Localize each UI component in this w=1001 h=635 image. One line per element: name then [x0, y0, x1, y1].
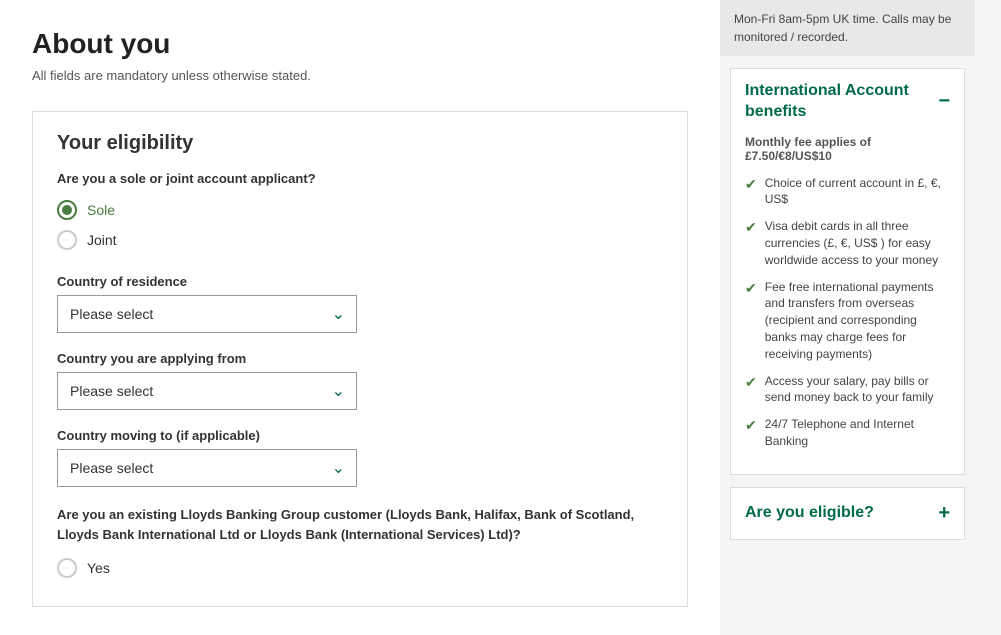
country-residence-group: Country of residence Please select ⌄ [57, 274, 663, 333]
eligible-header[interactable]: Are you eligible? + [731, 488, 964, 539]
main-content: About you All fields are mandatory unles… [0, 0, 720, 635]
sole-option[interactable]: Sole [57, 200, 663, 220]
check-icon-4: ✔ [745, 374, 757, 391]
yes-option[interactable]: Yes [57, 558, 663, 578]
applicant-radio-group: Sole Joint [57, 200, 663, 250]
benefit-text-4: Access your salary, pay bills or send mo… [765, 373, 950, 407]
existing-customer-question: Are you an existing Lloyds Banking Group… [57, 505, 663, 544]
country-residence-wrapper: Please select ⌄ [57, 295, 357, 333]
country-applying-select[interactable]: Please select [57, 372, 357, 410]
benefit-text-5: 24/7 Telephone and Internet Banking [765, 416, 950, 450]
benefits-body: Monthly fee applies of £7.50/€8/US$10 ✔ … [731, 135, 964, 474]
benefit-text-1: Choice of current account in £, €, US$ [765, 175, 950, 209]
joint-option[interactable]: Joint [57, 230, 663, 250]
eligible-title: Are you eligible? [745, 504, 874, 522]
section-title: Your eligibility [57, 132, 663, 155]
eligibility-section: Your eligibility Are you a sole or joint… [32, 111, 688, 607]
benefit-text-2: Visa debit cards in all three currencies… [765, 218, 950, 268]
country-residence-label: Country of residence [57, 274, 663, 289]
benefits-header[interactable]: International Account benefits − [731, 69, 964, 135]
yes-radio[interactable] [57, 558, 77, 578]
benefits-title: International Account benefits [745, 81, 938, 123]
check-icon-5: ✔ [745, 417, 757, 434]
sole-label: Sole [87, 202, 115, 218]
contact-bar: Mon-Fri 8am-5pm UK time. Calls may be mo… [720, 0, 975, 56]
country-moving-group: Country moving to (if applicable) Please… [57, 428, 663, 487]
monthly-fee: Monthly fee applies of £7.50/€8/US$10 [745, 135, 950, 163]
joint-radio[interactable] [57, 230, 77, 250]
subtitle: All fields are mandatory unless otherwis… [32, 68, 688, 83]
applicant-question: Are you a sole or joint account applican… [57, 171, 663, 186]
sole-radio[interactable] [57, 200, 77, 220]
benefit-text-3: Fee free international payments and tran… [765, 279, 950, 363]
check-icon-1: ✔ [745, 176, 757, 193]
eligible-panel: Are you eligible? + [730, 487, 965, 540]
country-residence-select[interactable]: Please select [57, 295, 357, 333]
benefit-item-4: ✔ Access your salary, pay bills or send … [745, 373, 950, 407]
check-icon-3: ✔ [745, 280, 757, 297]
sidebar: Mon-Fri 8am-5pm UK time. Calls may be mo… [720, 0, 975, 635]
plus-icon: + [938, 502, 950, 525]
yes-label: Yes [87, 560, 110, 576]
benefits-panel: International Account benefits − Monthly… [730, 68, 965, 475]
check-icon-2: ✔ [745, 219, 757, 236]
country-applying-group: Country you are applying from Please sel… [57, 351, 663, 410]
benefit-item-2: ✔ Visa debit cards in all three currenci… [745, 218, 950, 268]
country-moving-label: Country moving to (if applicable) [57, 428, 663, 443]
minus-icon: − [938, 90, 950, 113]
country-applying-label: Country you are applying from [57, 351, 663, 366]
benefit-item-5: ✔ 24/7 Telephone and Internet Banking [745, 416, 950, 450]
benefit-item-1: ✔ Choice of current account in £, €, US$ [745, 175, 950, 209]
country-moving-select[interactable]: Please select [57, 449, 357, 487]
country-moving-wrapper: Please select ⌄ [57, 449, 357, 487]
page-title: About you [32, 28, 688, 60]
country-applying-wrapper: Please select ⌄ [57, 372, 357, 410]
benefit-item-3: ✔ Fee free international payments and tr… [745, 279, 950, 363]
joint-label: Joint [87, 232, 117, 248]
